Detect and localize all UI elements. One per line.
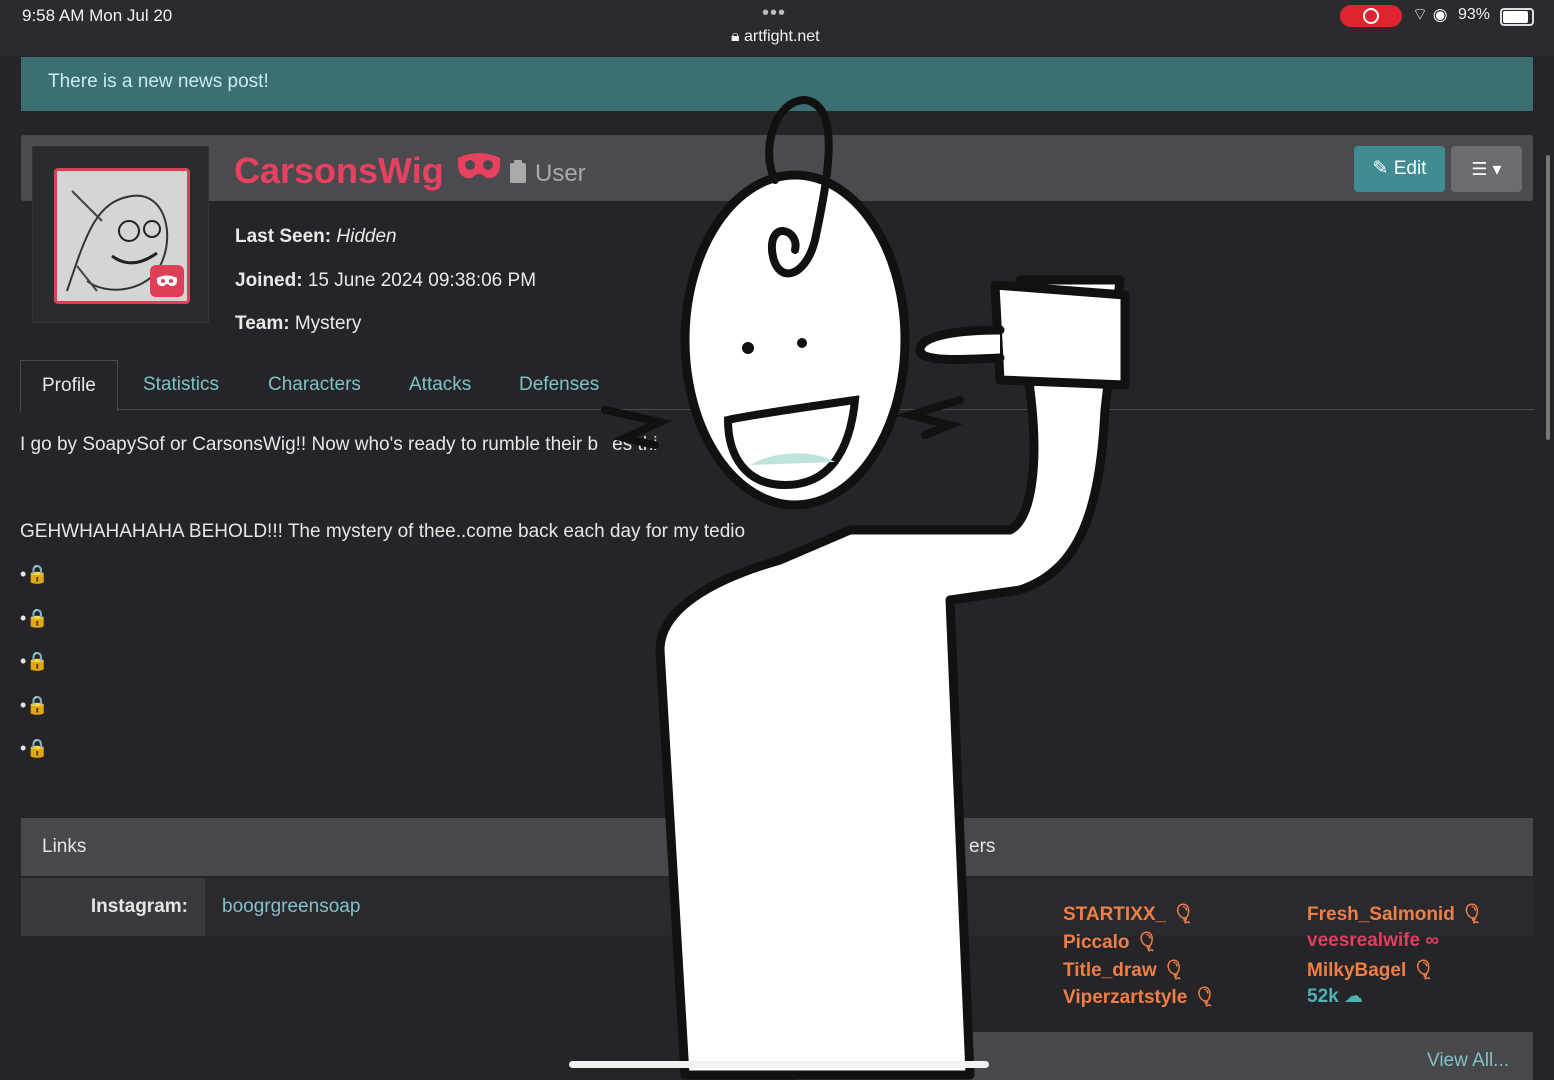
mask-badge-icon — [457, 153, 501, 179]
team-label: Team: — [235, 313, 290, 334]
doodle-character-overlay — [601, 95, 1130, 1080]
address-bar[interactable]: 🔒︎ artfight.net — [731, 28, 820, 46]
balloon-icon: 🎈︎ — [1411, 960, 1436, 981]
balloon-icon: 🎈︎ — [1460, 904, 1485, 925]
friend-link[interactable]: veesrealwife ∞ — [1307, 930, 1439, 952]
tab-profile[interactable]: Profile — [20, 360, 118, 412]
status-time: 9:58 AM Mon Jul 20 — [22, 6, 173, 25]
home-indicator[interactable] — [569, 1061, 989, 1068]
friend-link[interactable]: MilkyBagel 🎈︎ — [1307, 958, 1436, 982]
instagram-label-cell: Instagram: — [21, 878, 205, 936]
lock-bullet: •🔒 — [20, 651, 49, 671]
user-type: User — [535, 160, 586, 187]
menu-dropdown-button[interactable]: ☰ ▾ — [1451, 146, 1522, 192]
view-all-link[interactable]: View All... — [1427, 1050, 1509, 1072]
battery-fill — [1503, 11, 1528, 23]
edit-button[interactable]: ✎ Edit — [1354, 146, 1445, 192]
tab-defenses[interactable]: Defenses — [519, 360, 599, 410]
url-text: artfight.net — [743, 28, 820, 45]
news-text: There is a new news post! — [48, 71, 269, 92]
last-seen: Last Seen: Hidden — [235, 226, 397, 248]
lock-icon: 🔒︎ — [731, 28, 740, 45]
battery-percent: 93% — [1458, 6, 1491, 23]
mask-icon: ∞ — [1425, 930, 1439, 951]
browser-menu-dots-icon[interactable]: ••• — [762, 2, 786, 25]
mask-icon — [150, 265, 184, 297]
scrollbar[interactable] — [1546, 155, 1550, 440]
lock-bullet: •🔒 — [20, 564, 49, 584]
screen-record-icon[interactable] — [1340, 5, 1402, 27]
balloon-icon: 🎈︎ — [1192, 987, 1217, 1008]
tab-attacks[interactable]: Attacks — [409, 360, 471, 410]
friend-link[interactable]: Fresh_Salmonid 🎈︎ — [1307, 902, 1484, 926]
balloon-icon: 🎈︎ — [1171, 904, 1196, 925]
tab-statistics[interactable]: Statistics — [143, 360, 219, 410]
balloon-icon: 🎈︎ — [1161, 960, 1187, 981]
lock-bullet: •🔒 — [20, 738, 49, 758]
instagram-label: Instagram: — [90, 896, 188, 917]
username: CarsonsWig — [234, 150, 444, 191]
lock-bullet: •🔒 — [20, 695, 49, 715]
hamburger-icon: ☰ ▾ — [1471, 159, 1502, 179]
tab-characters[interactable]: Characters — [268, 360, 361, 410]
team-value: Mystery — [294, 313, 362, 334]
lock-bullet: •🔒 — [20, 608, 49, 628]
joined-label: Joined: — [235, 270, 303, 291]
joined: Joined: 15 June 2024 09:38:06 PM — [235, 270, 536, 292]
last-seen-value: Hidden — [336, 226, 397, 247]
edit-label: Edit — [1393, 158, 1427, 179]
friend-link[interactable]: 52k ☁︎ — [1307, 985, 1363, 1008]
pencil-icon: ✎ — [1372, 158, 1389, 179]
instagram-link[interactable]: boogrgreensoap — [222, 896, 360, 918]
wifi-icon: ⌔ ◉ — [1412, 5, 1448, 24]
links-heading: Links — [42, 836, 87, 857]
clipboard-icon — [510, 160, 526, 183]
bio-line-1: I go by SoapySof or CarsonsWig!! Now who… — [20, 434, 658, 455]
rain-cloud-icon: ☁︎ — [1343, 986, 1363, 1007]
team: Team: Mystery — [235, 313, 361, 335]
last-seen-label: Last Seen: — [235, 226, 332, 247]
joined-value: 15 June 2024 09:38:06 PM — [307, 270, 537, 291]
